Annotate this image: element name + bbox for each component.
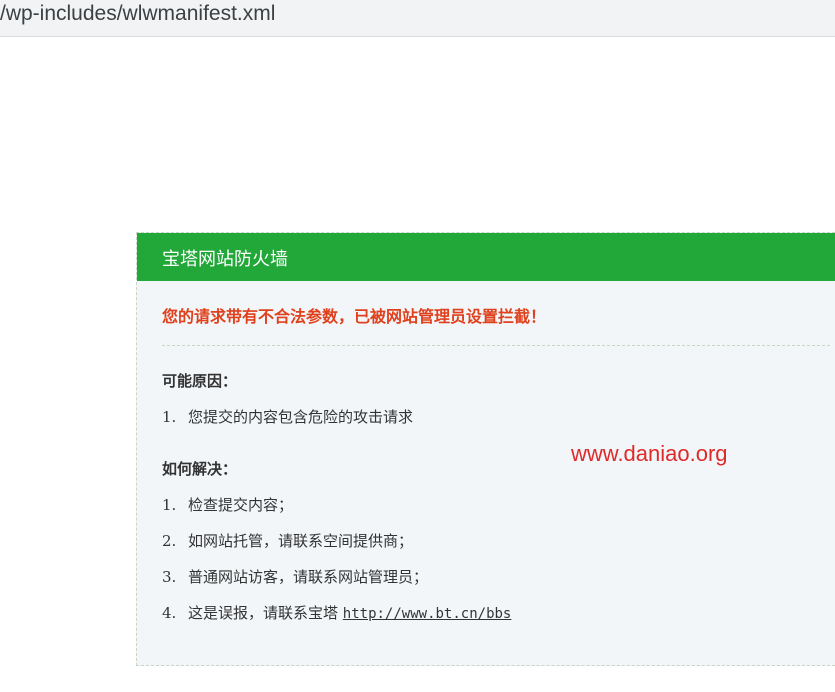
solution-text: 如网站托管，请联系空间提供商； — [188, 532, 414, 550]
list-number: 3. — [162, 568, 177, 586]
solution-text: 检查提交内容； — [188, 496, 294, 514]
solution-text: 普通网站访客，请联系网站管理员； — [188, 568, 429, 586]
list-number: 1. — [162, 408, 177, 426]
solution-item: 4. 这是误报，请联系宝塔 http://www.bt.cn/bbs — [162, 602, 511, 623]
solution-text: 这是误报，请联系宝塔 — [188, 604, 343, 622]
reason-item: 1. 您提交的内容包含危险的攻击请求 — [162, 406, 413, 427]
firewall-panel: 宝塔网站防火墙 您的请求带有不合法参数，已被网站管理员设置拦截！ 可能原因： 1… — [136, 232, 835, 666]
list-number: 2. — [162, 532, 177, 550]
solution-item: 3. 普通网站访客，请联系网站管理员； — [162, 566, 428, 587]
solution-item: 1. 检查提交内容； — [162, 494, 293, 515]
reason-text: 您提交的内容包含危险的攻击请求 — [188, 408, 414, 426]
block-alert-message: 您的请求带有不合法参数，已被网站管理员设置拦截！ — [162, 307, 547, 326]
watermark-text: www.daniao.org — [571, 441, 728, 466]
divider — [162, 345, 830, 346]
panel-header: 宝塔网站防火墙 — [137, 233, 835, 281]
solution-item: 2. 如网站托管，请联系空间提供商； — [162, 530, 413, 551]
bt-forum-link[interactable]: http://www.bt.cn/bbs — [343, 606, 512, 622]
solutions-heading: 如何解决： — [162, 460, 238, 478]
reasons-heading: 可能原因： — [162, 372, 238, 390]
list-number: 4. — [162, 604, 177, 622]
address-bar[interactable]: /wp-includes/wlwmanifest.xml — [0, 0, 835, 37]
panel-title: 宝塔网站防火墙 — [162, 249, 288, 270]
url-text[interactable]: /wp-includes/wlwmanifest.xml — [0, 2, 275, 26]
list-number: 1. — [162, 496, 177, 514]
